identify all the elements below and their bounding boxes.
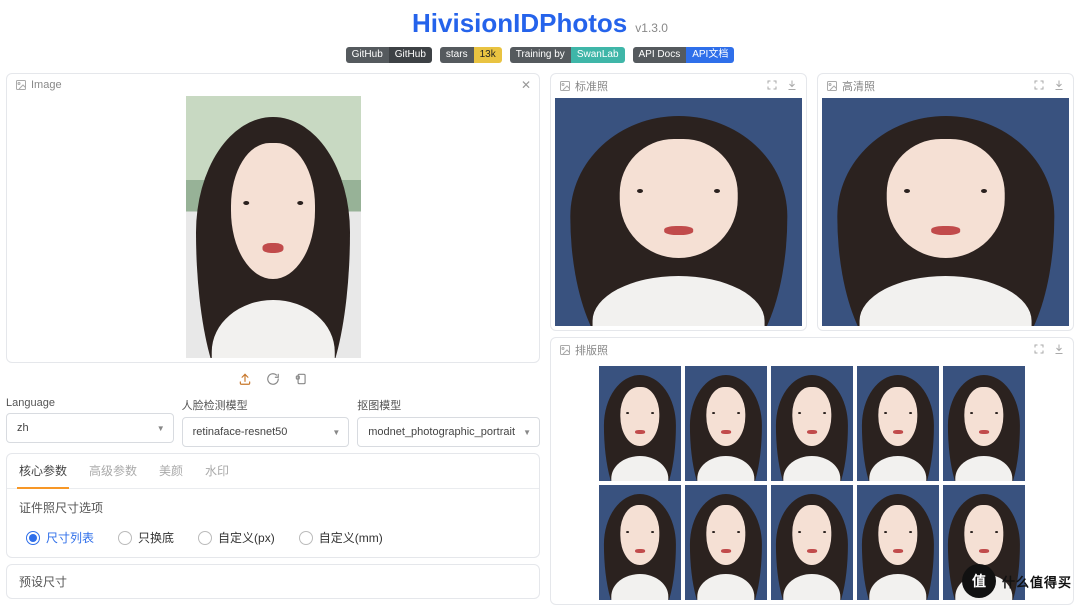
standard-output-panel: 标准照 [550, 73, 807, 331]
radio-icon [26, 531, 40, 545]
input-image-panel: Image ✕ [6, 73, 540, 363]
language-select[interactable]: zh [6, 413, 174, 443]
image-icon [559, 80, 571, 92]
size-option-0[interactable]: 尺寸列表 [19, 524, 101, 551]
watermark-text: 什么值得买 [1002, 572, 1072, 591]
download-icon[interactable] [1053, 79, 1065, 94]
layout-thumb [599, 366, 681, 481]
params-panel: 核心参数高级参数美颜水印 证件照尺寸选项 尺寸列表只换底自定义(px) 自定义(m… [6, 453, 540, 558]
close-icon[interactable]: ✕ [521, 78, 531, 92]
hd-output-label: 高清照 [842, 78, 875, 94]
layout-output-label: 排版照 [575, 342, 608, 358]
radio-icon [299, 531, 313, 545]
app-header: HivisionIDPhotos v1.3.0 GitHubGitHub star… [0, 0, 1080, 73]
size-option-2[interactable]: 自定义(px) [191, 524, 282, 551]
face-model-label: 人脸检测模型 [182, 397, 350, 413]
input-image[interactable] [186, 96, 361, 358]
image-icon [15, 79, 27, 91]
image-icon [559, 344, 571, 356]
image-action-bar [6, 369, 540, 391]
tab-2[interactable]: 美颜 [157, 454, 185, 488]
hd-output-image[interactable] [822, 98, 1069, 326]
radio-icon [198, 531, 212, 545]
matting-model-select[interactable]: modnet_photographic_portrait [357, 417, 540, 447]
badge-link[interactable]: API DocsAPI文档 [633, 47, 735, 63]
layout-thumb [857, 485, 939, 600]
badge-row: GitHubGitHub stars13k Training bySwanLab AP… [0, 47, 1080, 63]
layout-thumb [599, 485, 681, 600]
upload-icon[interactable] [238, 372, 252, 389]
preset-size-panel: 预设尺寸 [6, 564, 540, 599]
layout-thumb [685, 366, 767, 481]
download-icon[interactable] [1053, 343, 1065, 358]
fullscreen-icon[interactable] [1033, 79, 1045, 94]
layout-thumb [857, 366, 939, 481]
app-title: HivisionIDPhotos [412, 8, 627, 39]
fullscreen-icon[interactable] [766, 79, 778, 94]
preset-size-label: 预设尺寸 [19, 575, 67, 589]
layout-thumb [771, 485, 853, 600]
radio-icon [118, 531, 132, 545]
input-image-label: Image [31, 79, 62, 91]
tab-0[interactable]: 核心参数 [17, 454, 69, 489]
fullscreen-icon[interactable] [1033, 343, 1045, 358]
undo-icon[interactable] [266, 372, 280, 389]
paste-icon[interactable] [294, 372, 308, 389]
layout-thumb [685, 485, 767, 600]
hd-output-panel: 高清照 [817, 73, 1074, 331]
watermark-circle: 值 [962, 564, 996, 598]
layout-thumb [771, 366, 853, 481]
face-model-select[interactable]: retinaface-resnet50 [182, 417, 350, 447]
app-version: v1.3.0 [635, 21, 668, 35]
layout-thumb [943, 366, 1025, 481]
badge-link[interactable]: Training bySwanLab [510, 47, 625, 63]
standard-output-image[interactable] [555, 98, 802, 326]
standard-output-label: 标准照 [575, 78, 608, 94]
badge-link[interactable]: GitHubGitHub [346, 47, 432, 63]
badge-link[interactable]: stars13k [440, 47, 502, 63]
language-label: Language [6, 397, 174, 409]
tab-1[interactable]: 高级参数 [87, 454, 139, 488]
size-option-1[interactable]: 只换底 [111, 524, 181, 551]
size-option-3[interactable]: 自定义(mm) [292, 524, 390, 551]
size-options-label: 证件照尺寸选项 [19, 499, 527, 516]
watermark-logo: 值 什么值得买 [962, 564, 1072, 598]
size-options-radio-group: 尺寸列表只换底自定义(px) 自定义(mm) [19, 524, 527, 551]
image-icon [826, 80, 838, 92]
params-tabs: 核心参数高级参数美颜水印 [7, 454, 539, 489]
tab-3[interactable]: 水印 [203, 454, 231, 488]
model-controls-row: Language zh 人脸检测模型 retinaface-resnet50 抠… [6, 397, 540, 447]
download-icon[interactable] [786, 79, 798, 94]
matting-model-label: 抠图模型 [357, 397, 540, 413]
